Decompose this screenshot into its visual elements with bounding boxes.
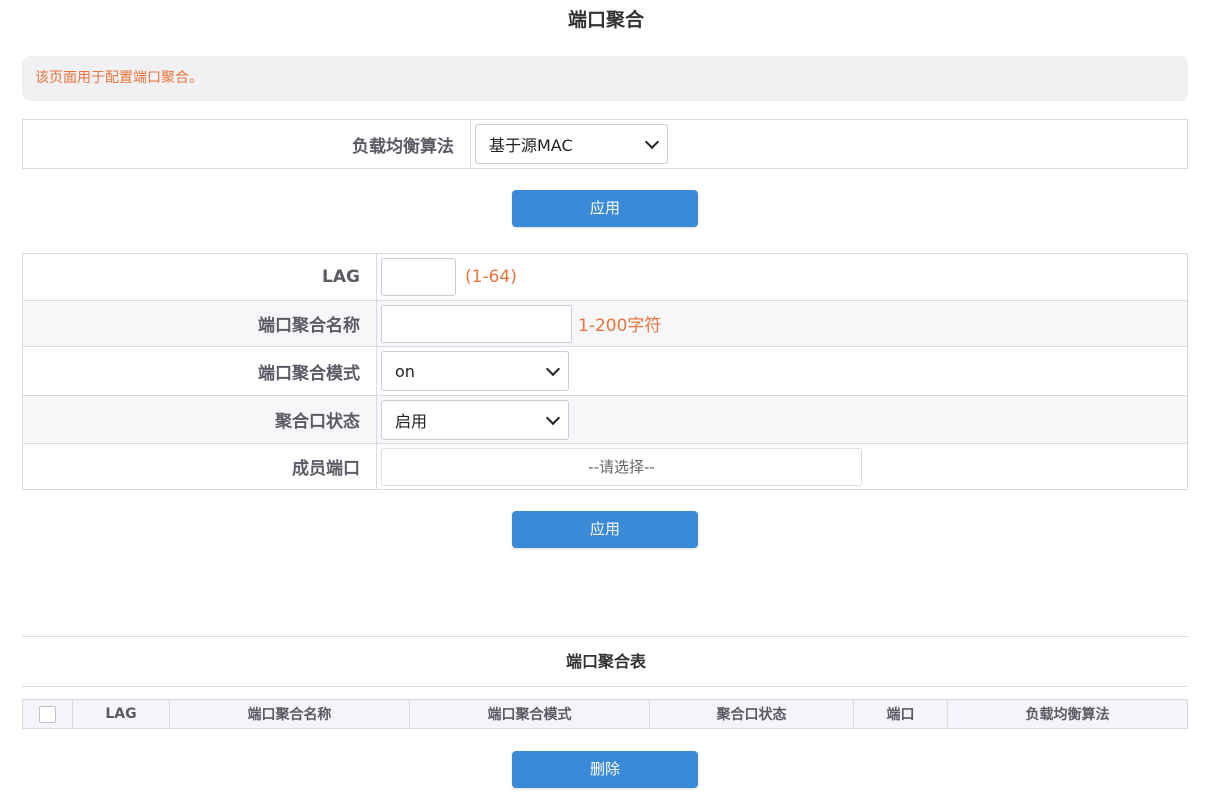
lag-row: LAG (1-64) — [23, 254, 1187, 301]
load-balance-select[interactable]: 基于源MAC — [475, 124, 668, 164]
lag-label: LAG — [23, 254, 377, 300]
member-ports-picker[interactable]: --请选择-- — [381, 447, 862, 486]
column-header: 聚合口状态 — [650, 700, 854, 728]
name-row: 端口聚合名称 1-200字符 — [23, 301, 1187, 347]
load-balance-form: 负载均衡算法 基于源MAC — [22, 119, 1188, 169]
mode-row: 端口聚合模式 on — [23, 347, 1187, 396]
chevron-down-icon — [545, 361, 561, 377]
load-balance-row: 负载均衡算法 基于源MAC — [23, 120, 1187, 168]
select-all-cell — [23, 700, 73, 728]
status-field: 启用 — [377, 396, 569, 443]
info-notice: 该页面用于配置端口聚合。 — [22, 56, 1188, 101]
name-label: 端口聚合名称 — [23, 301, 377, 346]
apply-lag-button[interactable]: 应用 — [512, 511, 698, 548]
members-row: 成员端口 --请选择-- — [23, 444, 1187, 489]
column-header: LAG — [73, 700, 170, 728]
members-label: 成员端口 — [23, 444, 377, 489]
page-title: 端口聚合 — [567, 9, 644, 31]
lag-table-title: 端口聚合表 — [565, 652, 646, 671]
lag-table-header: LAG 端口聚合名称 端口聚合模式 聚合口状态 端口 负载均衡算法 — [22, 699, 1188, 729]
name-field: 1-200字符 — [377, 301, 661, 346]
section-divider — [22, 686, 1188, 687]
load-balance-label: 负载均衡算法 — [23, 120, 471, 168]
lag-mode-select[interactable]: on — [381, 351, 569, 391]
load-balance-field: 基于源MAC — [471, 120, 668, 168]
section-divider — [22, 636, 1188, 637]
select-all-checkbox[interactable] — [39, 705, 56, 723]
mode-label: 端口聚合模式 — [23, 347, 377, 395]
lag-range-hint: (1-64) — [465, 267, 517, 287]
lag-status-select[interactable]: 启用 — [381, 399, 569, 440]
chevron-down-icon — [644, 134, 660, 150]
delete-button[interactable]: 删除 — [512, 751, 698, 788]
lag-config-form: LAG (1-64) 端口聚合名称 1-200字符 端口聚合模式 on 聚合口状… — [22, 253, 1188, 490]
column-header: 端口聚合名称 — [170, 700, 410, 728]
status-row: 聚合口状态 启用 — [23, 396, 1187, 444]
mode-field: on — [377, 347, 569, 395]
status-label: 聚合口状态 — [23, 396, 377, 443]
apply-load-balance-button[interactable]: 应用 — [512, 190, 698, 227]
column-header: 端口聚合模式 — [410, 700, 650, 728]
page: 端口聚合 该页面用于配置端口聚合。 负载均衡算法 基于源MAC 应用 LAG (… — [0, 0, 1212, 792]
chevron-down-icon — [545, 410, 561, 425]
load-balance-selected: 基于源MAC — [489, 136, 573, 155]
lag-mode-selected: on — [395, 361, 415, 381]
column-header: 负载均衡算法 — [1025, 707, 1110, 723]
lag-id-input[interactable] — [381, 258, 456, 296]
lag-name-input[interactable] — [381, 304, 572, 343]
lag-name-hint: 1-200字符 — [578, 316, 662, 336]
lag-status-selected: 启用 — [395, 411, 428, 431]
lag-field: (1-64) — [377, 254, 517, 300]
column-header: 端口 — [854, 700, 948, 728]
members-field: --请选择-- — [377, 444, 862, 489]
